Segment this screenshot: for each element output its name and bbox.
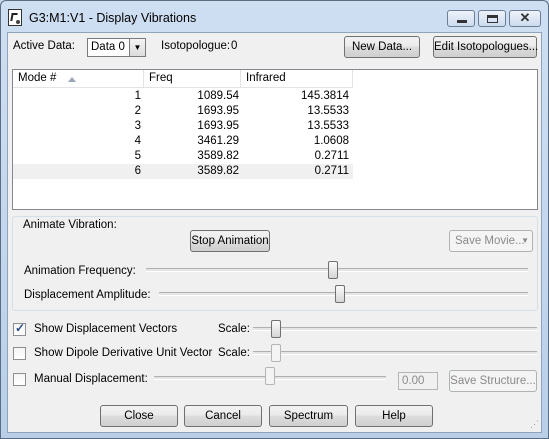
dipole-scale-slider[interactable]: [253, 351, 537, 355]
close-icon: ✕: [519, 10, 531, 25]
table-cell-freq: 1089.54: [197, 90, 239, 102]
table-cell-infrared: 145.3814: [301, 90, 349, 102]
active-data-label: Active Data:: [13, 40, 75, 52]
table-cell-freq: 3461.29: [197, 135, 239, 147]
animate-vibration-group: Animate Vibration: Stop Animation Save M…: [12, 216, 538, 311]
maximize-button[interactable]: [478, 10, 506, 27]
chevron-down-icon: ▼: [521, 236, 529, 245]
table-row[interactable]: 2 1693.95 13.5533: [13, 104, 353, 119]
show-displacement-vectors-checkbox[interactable]: ✓: [13, 321, 26, 336]
table-cell-freq: 1693.95: [197, 105, 239, 117]
table-row[interactable]: 4 3461.29 1.0608: [13, 134, 353, 149]
table-cell-infrared: 1.0608: [313, 135, 349, 147]
display-vibrations-window: G3:M1:V1 - Display Vibrations ✕ Active D…: [0, 0, 549, 439]
animation-frequency-label: Animation Frequency:: [24, 265, 136, 277]
close-window-button[interactable]: ✕: [509, 10, 541, 27]
help-button[interactable]: Help: [355, 405, 433, 427]
spectrum-button[interactable]: Spectrum: [269, 405, 348, 427]
vectors-scale-label: Scale:: [218, 323, 250, 335]
manual-displacement-thumb[interactable]: [265, 367, 275, 385]
minimize-button[interactable]: [447, 10, 475, 27]
column-header-infrared[interactable]: Infrared: [241, 70, 353, 88]
chevron-down-icon[interactable]: ▼: [129, 39, 145, 56]
cancel-button[interactable]: Cancel: [184, 405, 262, 427]
save-structure-button[interactable]: Save Structure...: [449, 370, 537, 392]
resize-grip-icon[interactable]: ⋰: [530, 419, 539, 430]
manual-displacement-checkbox[interactable]: ✓: [13, 373, 26, 386]
table-cell-mode: 6: [134, 165, 141, 177]
table-cell-freq: 3589.82: [197, 150, 239, 162]
table-row[interactable]: 1 1089.54 145.3814: [13, 89, 353, 104]
app-icon: [8, 9, 22, 26]
isotopologue-value: 0: [231, 40, 238, 52]
table-cell-infrared: 0.2711: [314, 165, 349, 177]
save-movie-label: Save Movie...: [455, 235, 525, 247]
manual-displacement-label: Manual Displacement:: [34, 373, 148, 385]
animate-vibration-label: Animate Vibration:: [23, 219, 117, 231]
table-cell-mode: 2: [134, 105, 141, 117]
table-cell-freq: 1693.95: [197, 120, 239, 132]
sort-ascending-icon: [68, 77, 76, 82]
new-data-button[interactable]: New Data...: [344, 36, 420, 58]
manual-displacement-input[interactable]: 0.00: [398, 372, 438, 390]
window-title: G3:M1:V1 - Display Vibrations: [29, 11, 197, 25]
column-header-freq[interactable]: Freq: [144, 70, 241, 88]
maximize-icon: [487, 15, 498, 23]
table-cell-mode: 4: [134, 135, 141, 147]
displacement-amplitude-label: Displacement Amplitude:: [24, 289, 151, 301]
show-dipole-derivative-checkbox[interactable]: ✓: [13, 347, 26, 360]
animation-frequency-thumb[interactable]: [328, 261, 338, 279]
table-row[interactable]: 3 1693.95 13.5533: [13, 119, 353, 134]
dipole-scale-thumb[interactable]: [271, 344, 281, 362]
vibration-modes-table[interactable]: Mode # Freq Infrared 1 1089.54 145.3814 2 16…: [12, 69, 538, 210]
column-header-mode-label: Mode #: [18, 72, 57, 84]
close-button[interactable]: Close: [100, 405, 178, 427]
dipole-scale-label: Scale:: [218, 347, 250, 359]
table-cell-mode: 3: [134, 120, 141, 132]
table-cell-freq: 3589.82: [197, 165, 239, 177]
stop-animation-button[interactable]: Stop Animation: [190, 230, 270, 252]
show-displacement-vectors-label: Show Displacement Vectors: [34, 323, 178, 335]
minimize-icon: [457, 20, 467, 23]
table-cell-mode: 5: [134, 150, 141, 162]
table-row[interactable]: 5 3589.82 0.2711: [13, 149, 353, 164]
save-movie-button[interactable]: Save Movie... ▼: [449, 230, 533, 252]
table-cell-mode: 1: [134, 90, 141, 102]
table-cell-infrared: 13.5533: [307, 105, 349, 117]
edit-isotopologues-button[interactable]: Edit Isotopologues...: [433, 36, 538, 58]
displacement-amplitude-thumb[interactable]: [335, 285, 345, 303]
dialog-body: Active Data: Data 0 ▼ Isotopologue: 0 Ne…: [7, 32, 542, 433]
vectors-scale-slider[interactable]: [253, 327, 537, 331]
table-header: Mode # Freq Infrared: [13, 70, 353, 88]
active-data-value: Data 0: [91, 41, 125, 53]
checkmark-icon: ✓: [15, 321, 26, 335]
column-header-mode[interactable]: Mode #: [13, 70, 144, 88]
table-row[interactable]: 6 3589.82 0.2711: [13, 164, 353, 179]
show-dipole-derivative-label: Show Dipole Derivative Unit Vector: [34, 347, 213, 359]
title-bar[interactable]: G3:M1:V1 - Display Vibrations ✕: [1, 1, 548, 33]
table-cell-infrared: 0.2711: [314, 150, 349, 162]
isotopologue-label: Isotopologue:: [161, 40, 231, 52]
active-data-select[interactable]: Data 0 ▼: [87, 38, 146, 57]
table-cell-infrared: 13.5533: [307, 120, 349, 132]
vectors-scale-thumb[interactable]: [271, 320, 281, 338]
